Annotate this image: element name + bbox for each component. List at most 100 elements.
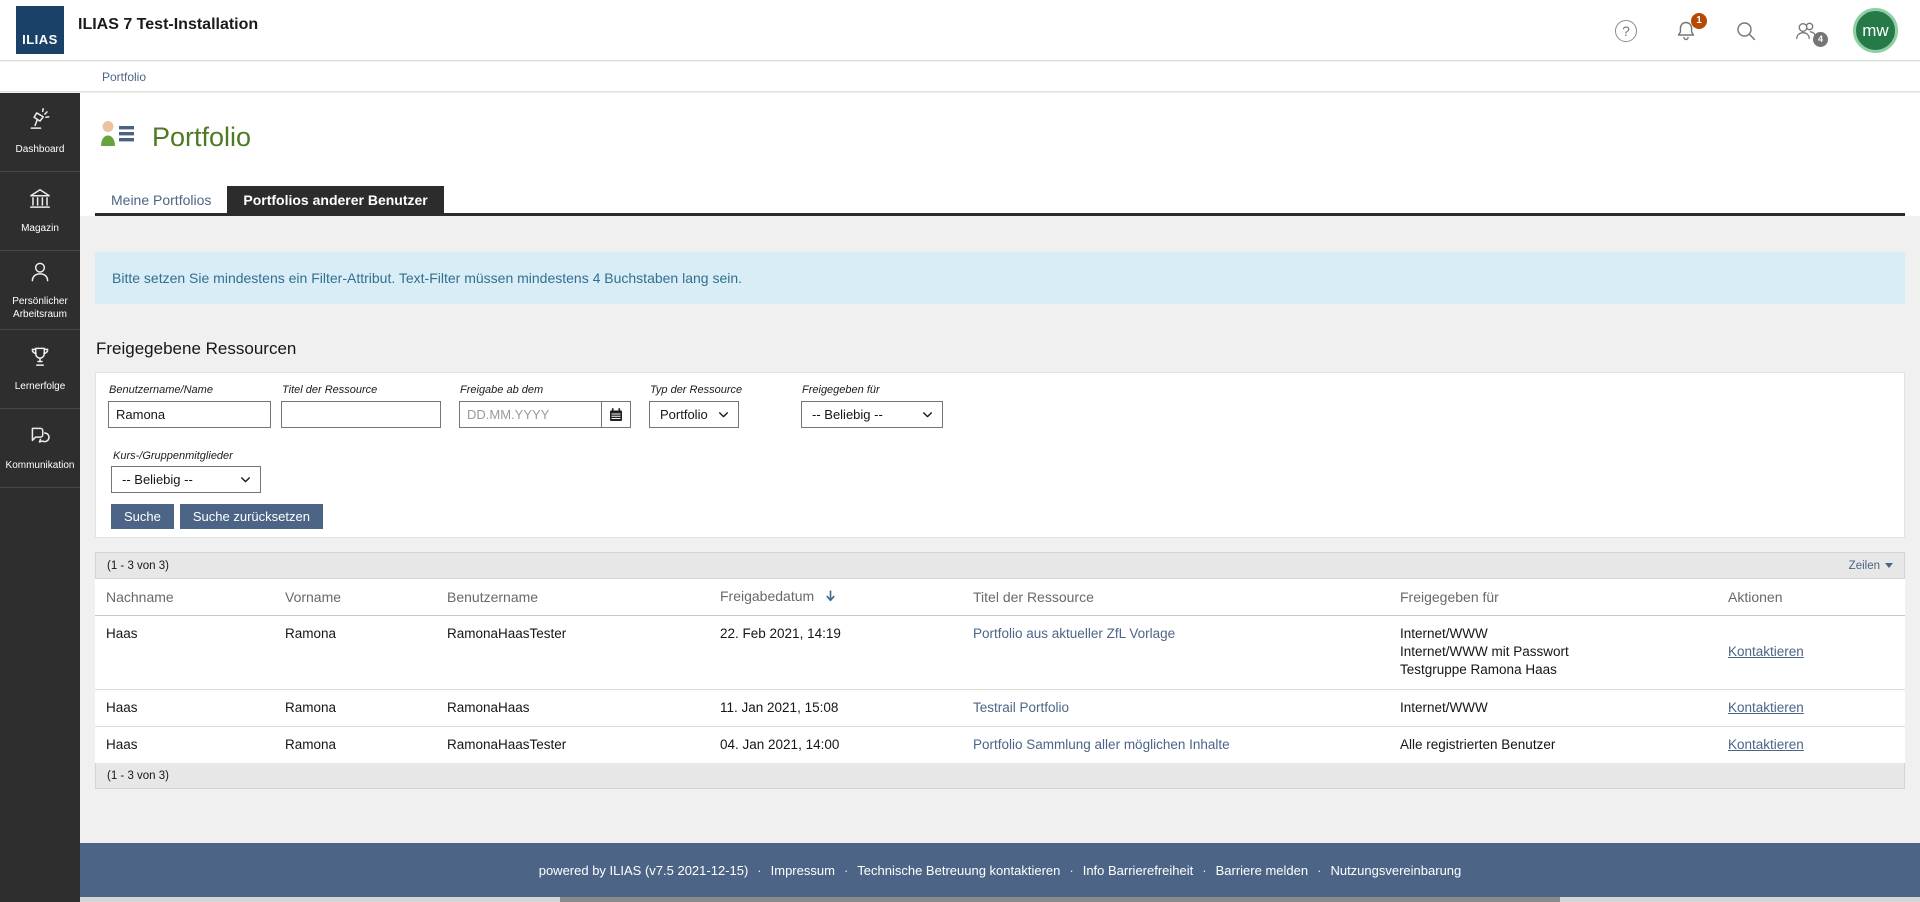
help-button[interactable]: ? bbox=[1613, 18, 1639, 44]
footer-link-nutzungsvereinbarung[interactable]: Nutzungsvereinbarung bbox=[1330, 863, 1461, 878]
column-header-vorname[interactable]: Vorname bbox=[274, 579, 436, 616]
notification-badge: 1 bbox=[1691, 13, 1707, 29]
filter-label-type: Typ der Ressource bbox=[650, 384, 742, 396]
footer-link-betreuung[interactable]: Technische Betreuung kontaktieren bbox=[857, 863, 1060, 878]
top-icon-group: ? 1 bbox=[1613, 0, 1898, 61]
kontaktieren-link[interactable]: Kontaktieren bbox=[1728, 700, 1804, 715]
cell-freigabedatum: 22. Feb 2021, 14:19 bbox=[709, 616, 962, 690]
cell-titel: Testrail Portfolio bbox=[962, 689, 1389, 726]
help-icon: ? bbox=[1615, 20, 1637, 42]
footer: powered by ILIAS (v7.5 2021-12-15) · Imp… bbox=[80, 843, 1920, 897]
filter-label-username: Benutzername/Name bbox=[109, 384, 213, 396]
resource-title-input[interactable] bbox=[281, 401, 441, 428]
table-row: Haas Ramona RamonaHaas 11. Jan 2021, 15:… bbox=[95, 689, 1905, 726]
table-row: Haas Ramona RamonaHaasTester 04. Jan 202… bbox=[95, 726, 1905, 763]
user-avatar[interactable]: mw bbox=[1853, 8, 1898, 53]
shared-for-select[interactable]: -- Beliebig -- bbox=[801, 401, 943, 428]
ilias-logo-text: ILIAS bbox=[22, 32, 58, 47]
powered-by-text: powered by ILIAS (v7.5 2021-12-15) bbox=[539, 863, 749, 878]
scrollbar-thumb[interactable] bbox=[560, 897, 1560, 902]
chevron-down-icon bbox=[239, 473, 252, 486]
breadcrumb-portfolio[interactable]: Portfolio bbox=[102, 70, 146, 84]
rows-per-page-dropdown[interactable]: Zeilen bbox=[1849, 560, 1893, 572]
result-range-top: (1 - 3 von 3) bbox=[107, 560, 169, 572]
trophy-icon bbox=[27, 344, 53, 375]
sidebar-label: Persönlicher Arbeitsraum bbox=[0, 296, 80, 321]
contacts-button[interactable]: 4 bbox=[1793, 18, 1819, 44]
page-header: Portfolio Meine Portfolios Portfolios an… bbox=[80, 93, 1920, 216]
search-reset-button[interactable]: Suche zurücksetzen bbox=[180, 504, 323, 529]
cell-nachname: Haas bbox=[95, 726, 274, 763]
avatar-initials: mw bbox=[1862, 21, 1888, 41]
column-header-freigegeben-fuer[interactable]: Freigegeben für bbox=[1389, 579, 1717, 616]
cell-benutzername: RamonaHaas bbox=[436, 689, 709, 726]
notifications-button[interactable]: 1 bbox=[1673, 18, 1699, 44]
tab-portfolios-anderer-benutzer[interactable]: Portfolios anderer Benutzer bbox=[227, 186, 443, 213]
sidebar-label: Magazin bbox=[18, 223, 62, 236]
username-input[interactable] bbox=[108, 401, 271, 428]
sidebar-item-personal-workspace[interactable]: Persönlicher Arbeitsraum bbox=[0, 251, 80, 330]
tab-bar: Meine Portfolios Portfolios anderer Benu… bbox=[95, 186, 1905, 216]
repository-icon bbox=[27, 186, 53, 217]
portfolio-icon bbox=[99, 119, 137, 156]
ilias-logo[interactable]: ILIAS bbox=[16, 6, 64, 54]
footer-link-impressum[interactable]: Impressum bbox=[771, 863, 835, 878]
contacts-badge: 4 bbox=[1813, 32, 1828, 47]
resource-type-select[interactable]: Portfolio bbox=[649, 401, 739, 428]
cell-vorname: Ramona bbox=[274, 616, 436, 690]
date-input[interactable] bbox=[459, 401, 602, 428]
dashboard-icon bbox=[27, 107, 53, 138]
result-range-bottom: (1 - 3 von 3) bbox=[107, 770, 169, 782]
column-header-titel[interactable]: Titel der Ressource bbox=[962, 579, 1389, 616]
chevron-down-icon bbox=[921, 408, 934, 421]
table-header-row: Nachname Vorname Benutzername Freigabeda… bbox=[95, 579, 1905, 616]
cell-freigegeben-fuer: Internet/WWW Internet/WWW mit Passwort T… bbox=[1389, 616, 1717, 690]
filter-label-members: Kurs-/Gruppenmitglieder bbox=[113, 450, 233, 462]
horizontal-scrollbar[interactable] bbox=[80, 897, 1920, 902]
column-header-aktionen: Aktionen bbox=[1717, 579, 1905, 616]
tab-meine-portfolios[interactable]: Meine Portfolios bbox=[95, 186, 227, 213]
filter-label-title: Titel der Ressource bbox=[282, 384, 377, 396]
person-icon bbox=[27, 259, 53, 290]
filter-label-date: Freigabe ab dem bbox=[460, 384, 543, 396]
sidebar: Dashboard Magazin Persönlicher Arbeitsra… bbox=[0, 93, 80, 902]
column-header-freigabedatum[interactable]: Freigabedatum bbox=[709, 579, 962, 616]
sidebar-item-lernerfolge[interactable]: Lernerfolge bbox=[0, 330, 80, 409]
chevron-down-icon bbox=[717, 408, 730, 421]
sidebar-label: Kommunikation bbox=[3, 460, 78, 473]
resource-title-link[interactable]: Testrail Portfolio bbox=[973, 700, 1069, 715]
search-icon bbox=[1734, 19, 1758, 43]
info-message: Bitte setzen Sie mindestens ein Filter-A… bbox=[95, 252, 1905, 304]
search-button[interactable] bbox=[1733, 18, 1759, 44]
members-select[interactable]: -- Beliebig -- bbox=[111, 466, 261, 493]
sidebar-item-dashboard[interactable]: Dashboard bbox=[0, 93, 80, 172]
caret-down-icon bbox=[1885, 563, 1893, 568]
cell-vorname: Ramona bbox=[274, 726, 436, 763]
column-header-benutzername[interactable]: Benutzername bbox=[436, 579, 709, 616]
kontaktieren-link[interactable]: Kontaktieren bbox=[1728, 737, 1804, 752]
footer-link-barriere-melden[interactable]: Barriere melden bbox=[1216, 863, 1309, 878]
installation-title: ILIAS 7 Test-Installation bbox=[78, 16, 258, 34]
section-title: Freigegebene Ressourcen bbox=[96, 339, 1905, 359]
cell-freigabedatum: 04. Jan 2021, 14:00 bbox=[709, 726, 962, 763]
table-toolbar-top: (1 - 3 von 3) Zeilen bbox=[95, 552, 1905, 579]
resource-title-link[interactable]: Portfolio aus aktueller ZfL Vorlage bbox=[973, 626, 1175, 641]
resource-title-link[interactable]: Portfolio Sammlung aller möglichen Inhal… bbox=[973, 737, 1230, 752]
sidebar-item-magazin[interactable]: Magazin bbox=[0, 172, 80, 251]
cell-freigegeben-fuer: Alle registrierten Benutzer bbox=[1389, 726, 1717, 763]
kontaktieren-link[interactable]: Kontaktieren bbox=[1728, 644, 1804, 659]
calendar-icon bbox=[607, 406, 625, 424]
search-submit-button[interactable]: Suche bbox=[111, 504, 174, 529]
sidebar-item-kommunikation[interactable]: Kommunikation bbox=[0, 409, 80, 488]
page-title: Portfolio bbox=[152, 122, 251, 153]
cell-benutzername: RamonaHaasTester bbox=[436, 616, 709, 690]
table-toolbar-bottom: (1 - 3 von 3) bbox=[95, 763, 1905, 789]
footer-link-barrierefreiheit[interactable]: Info Barrierefreiheit bbox=[1083, 863, 1194, 878]
cell-benutzername: RamonaHaasTester bbox=[436, 726, 709, 763]
cell-freigabedatum: 11. Jan 2021, 15:08 bbox=[709, 689, 962, 726]
sidebar-label: Dashboard bbox=[13, 144, 68, 157]
table-row: Haas Ramona RamonaHaasTester 22. Feb 202… bbox=[95, 616, 1905, 690]
calendar-button[interactable] bbox=[602, 401, 631, 428]
main-content: Portfolio Meine Portfolios Portfolios an… bbox=[80, 93, 1920, 902]
column-header-nachname[interactable]: Nachname bbox=[95, 579, 274, 616]
